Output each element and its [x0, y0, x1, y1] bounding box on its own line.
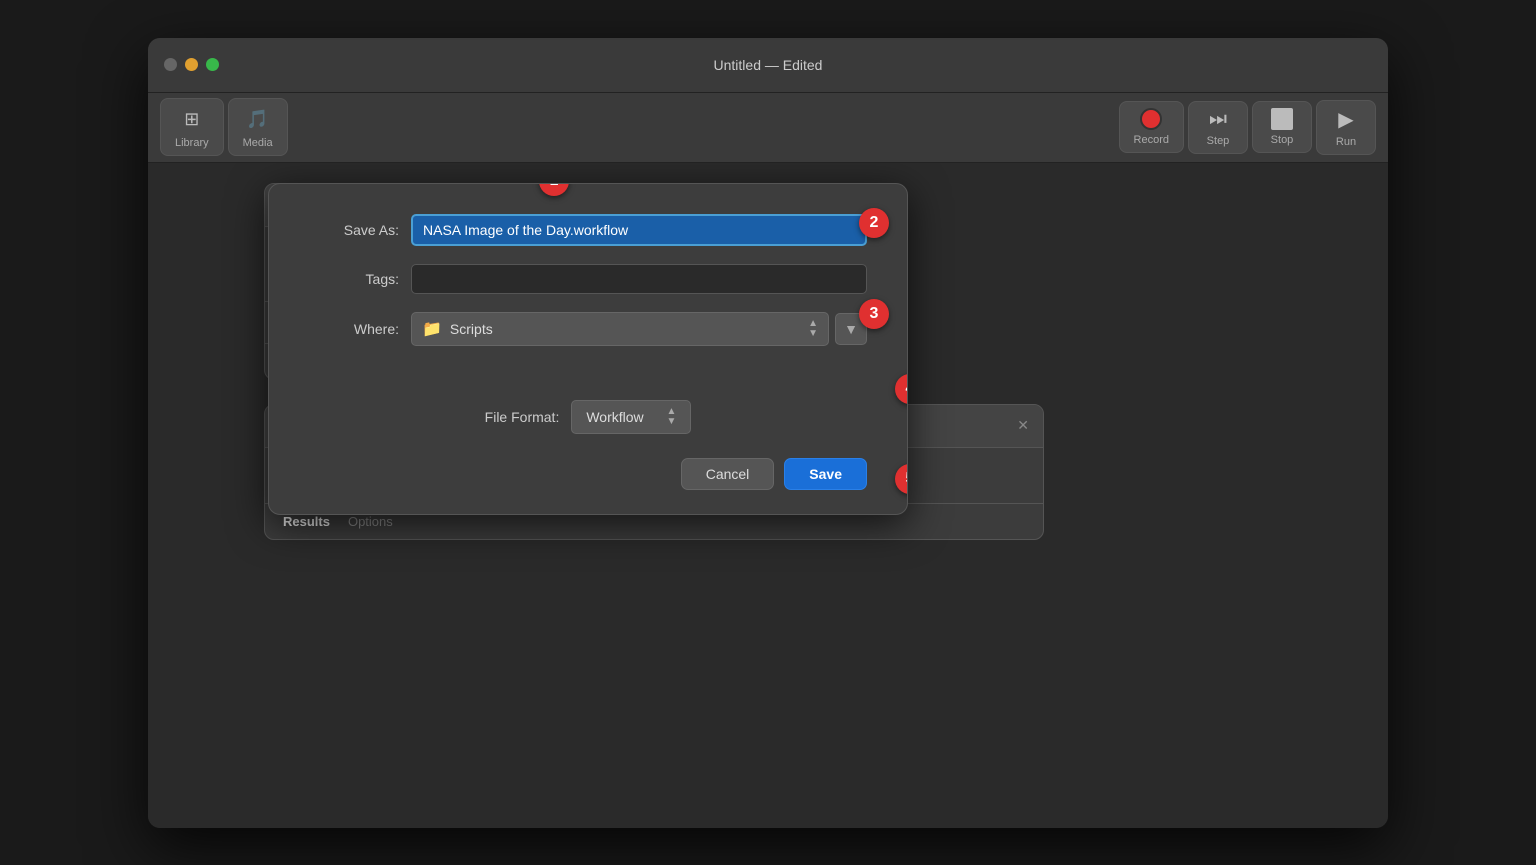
app-window: Untitled — Edited ⊞ Library 🎵 Media Reco…: [148, 38, 1388, 828]
close-button[interactable]: [164, 58, 177, 71]
file-format-value: Workflow: [586, 409, 643, 425]
dialog-content: Save As: Tags: Where: 📁 Scripts ▲▼: [269, 184, 907, 394]
media-button[interactable]: 🎵 Media: [228, 98, 288, 156]
options-tab-2[interactable]: Options: [344, 512, 397, 531]
save-dialog: Save As: Tags: Where: 📁 Scripts ▲▼: [268, 183, 908, 515]
run-icon: ▶: [1338, 107, 1353, 132]
run-button[interactable]: ▶ Run: [1316, 100, 1376, 155]
save-button[interactable]: Save: [784, 458, 867, 490]
record-button[interactable]: Record: [1119, 101, 1184, 153]
toolbar: ⊞ Library 🎵 Media Record ⏭ Step Stop ▶: [148, 93, 1388, 163]
step-button[interactable]: ⏭ Step: [1188, 101, 1248, 154]
minimize-button[interactable]: [185, 58, 198, 71]
step-label: Step: [1207, 135, 1230, 147]
save-as-row: Save As:: [309, 214, 867, 246]
record-icon: [1140, 108, 1162, 130]
where-row: Where: 📁 Scripts ▲▼ ▼: [309, 312, 867, 346]
stop-icon: [1271, 108, 1293, 130]
media-icon: 🎵: [244, 105, 272, 133]
traffic-lights: [164, 58, 219, 71]
dialog-buttons: Cancel Save: [269, 458, 907, 514]
file-format-arrows-icon: ▲▼: [666, 407, 676, 427]
library-label: Library: [175, 137, 209, 149]
cancel-button[interactable]: Cancel: [681, 458, 775, 490]
tags-row: Tags:: [309, 264, 867, 294]
step-badge-2: 2: [859, 208, 889, 238]
folder-icon: 📁: [422, 319, 442, 339]
step-badge-3: 3: [859, 299, 889, 329]
save-as-input[interactable]: [411, 214, 867, 246]
tags-label: Tags:: [309, 271, 399, 287]
expand-icon: ▼: [844, 321, 858, 337]
stop-button[interactable]: Stop: [1252, 101, 1312, 153]
where-select-arrows-icon: ▲▼: [808, 319, 818, 339]
where-label: Where:: [309, 321, 399, 337]
where-select[interactable]: 📁 Scripts ▲▼: [411, 312, 829, 346]
window-title: Untitled — Edited: [714, 57, 823, 73]
main-content: ▼ 🌐 Get Specified URLs ✕ Address https:/…: [148, 163, 1388, 828]
library-icon: ⊞: [178, 105, 206, 133]
library-button[interactable]: ⊞ Library: [160, 98, 224, 156]
results-tab-2[interactable]: Results: [279, 512, 334, 531]
save-as-label: Save As:: [309, 222, 399, 238]
maximize-button[interactable]: [206, 58, 219, 71]
stop-label: Stop: [1271, 134, 1294, 146]
record-label: Record: [1134, 134, 1169, 146]
file-format-select[interactable]: Workflow ▲▼: [571, 400, 691, 434]
toolbar-right: Record ⏭ Step Stop ▶ Run: [1119, 100, 1376, 155]
where-value: Scripts: [450, 321, 493, 337]
media-label: Media: [243, 137, 273, 149]
file-format-label: File Format:: [485, 409, 560, 425]
where-select-wrap: 📁 Scripts ▲▼ ▼: [411, 312, 867, 346]
run-label: Run: [1336, 136, 1356, 148]
title-bar: Untitled — Edited: [148, 38, 1388, 93]
step-icon: ⏭: [1209, 108, 1227, 131]
action-card-close-2[interactable]: ✕: [1017, 417, 1029, 434]
file-format-row: File Format: Workflow ▲▼: [269, 400, 907, 434]
tags-input[interactable]: [411, 264, 867, 294]
